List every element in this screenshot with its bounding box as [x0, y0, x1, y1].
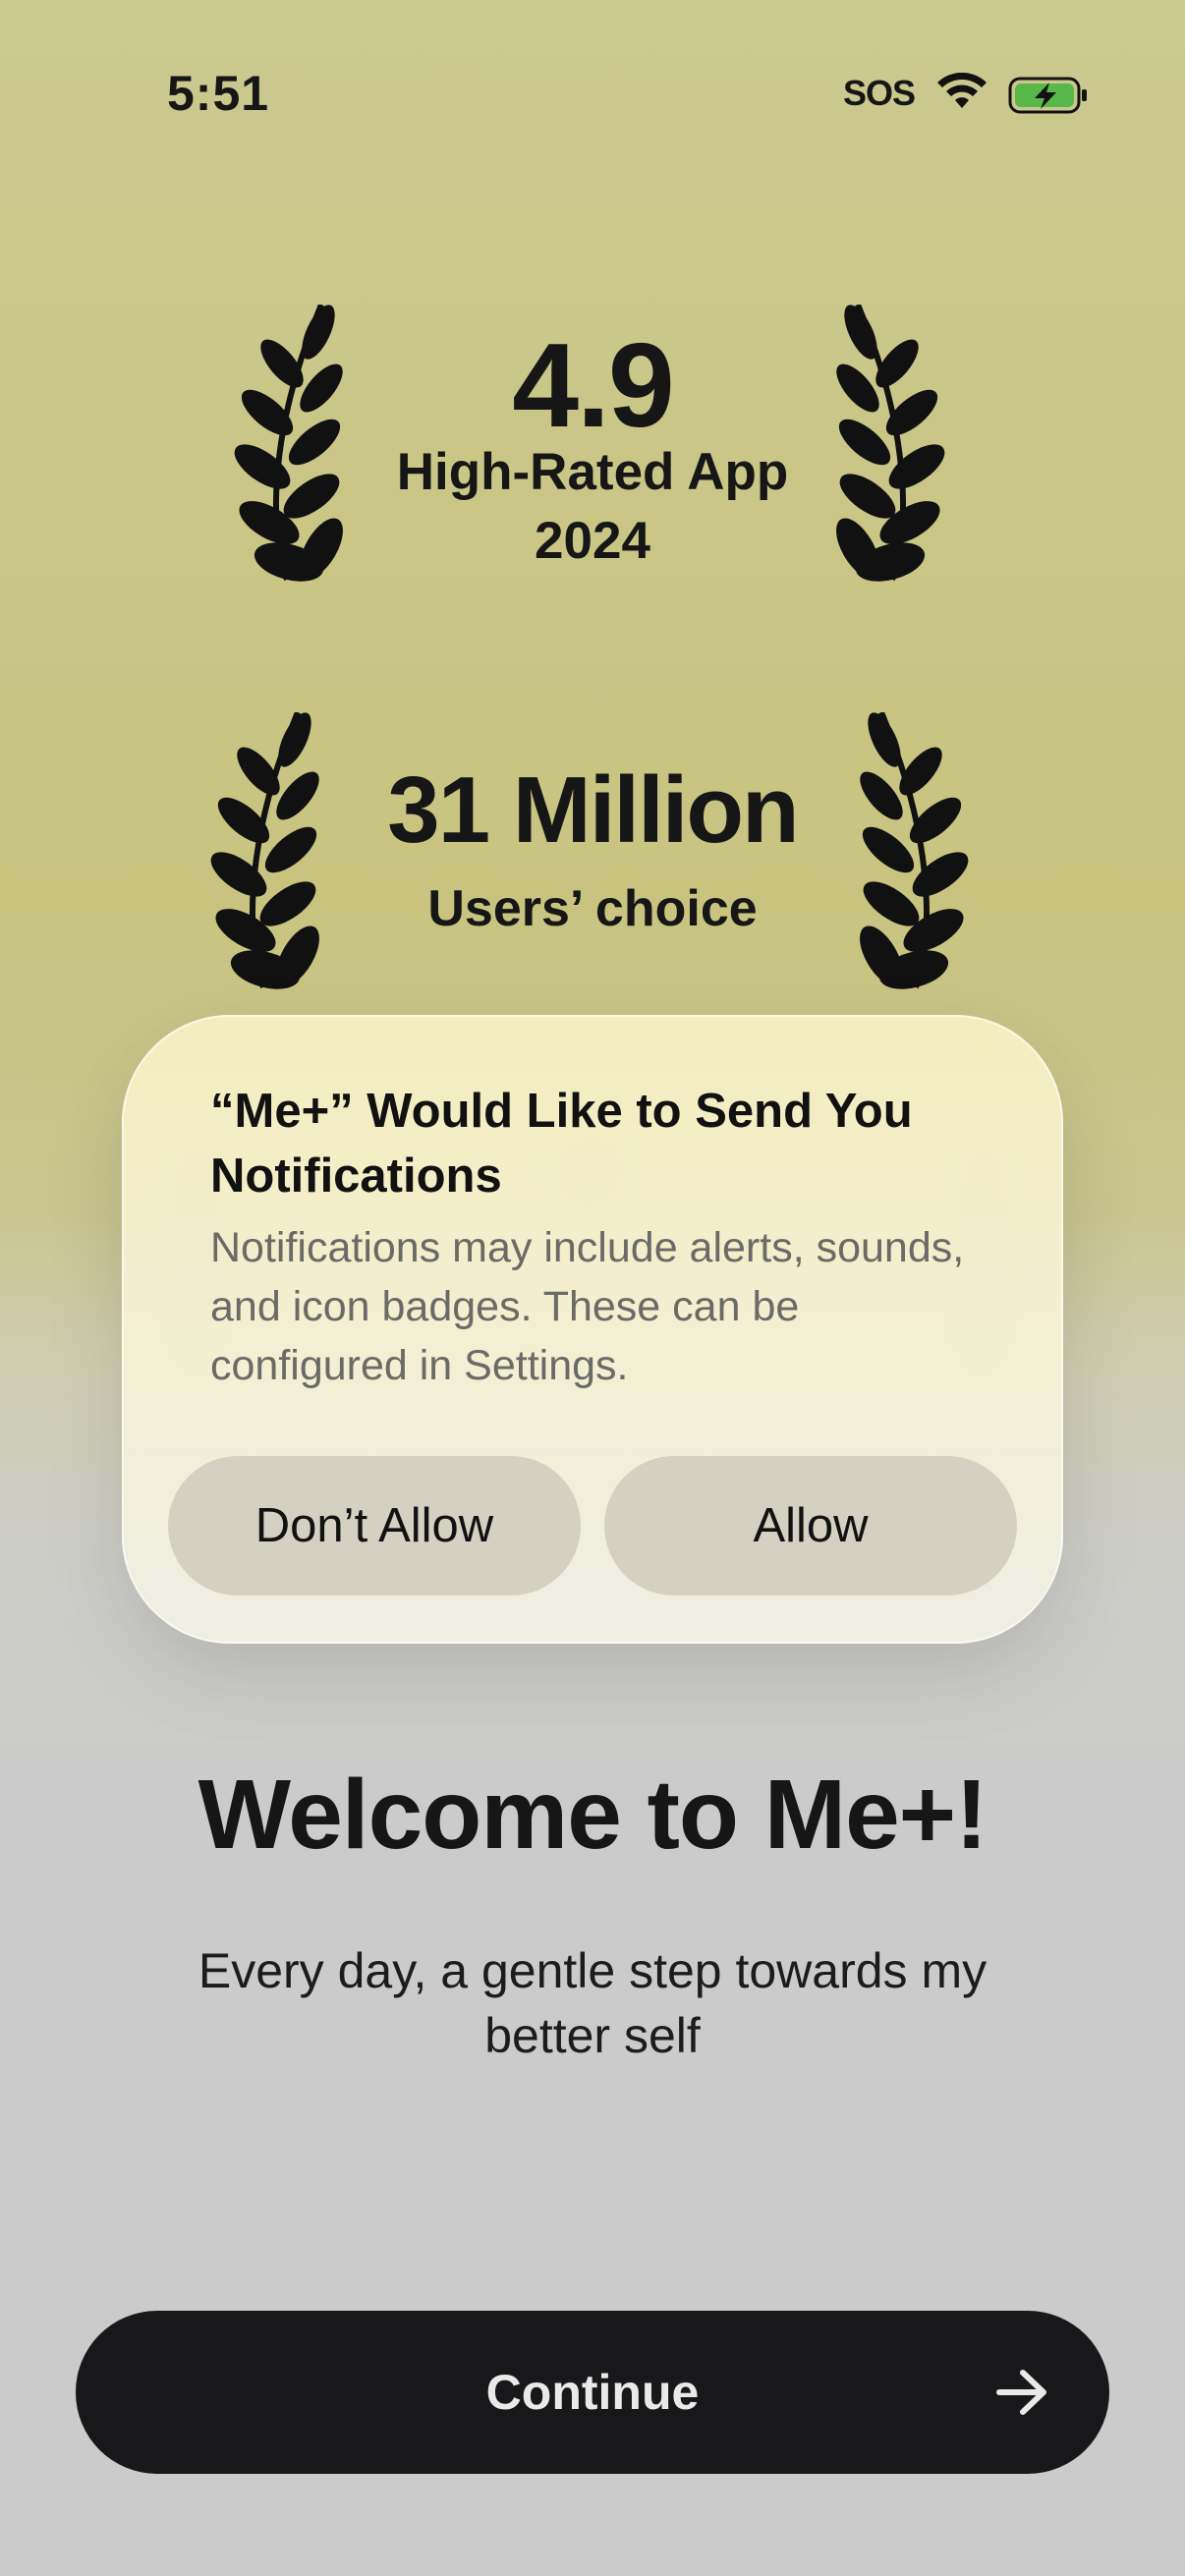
battery-charging-icon	[1008, 77, 1087, 114]
arrow-right-icon	[996, 2370, 1046, 2415]
continue-button[interactable]: Continue	[76, 2311, 1109, 2474]
continue-label: Continue	[485, 2365, 700, 2420]
award-rating: 4.9 High-Rated App 2024	[0, 295, 1185, 589]
allow-button[interactable]: Allow	[604, 1456, 1017, 1596]
award-label: High-Rated App	[396, 443, 789, 501]
dialog-message: Notifications may include alerts, sounds…	[210, 1224, 965, 1389]
sos-indicator: SOS	[843, 73, 916, 113]
users-label: Users’ choice	[427, 880, 758, 937]
rating-value: 4.9	[512, 318, 675, 452]
wifi-icon	[937, 73, 987, 108]
clock: 5:51	[167, 66, 270, 121]
welcome-subtitle: Every day, a gentle step towards my bett…	[198, 1943, 988, 2063]
status-bar: 5:51 SOS	[0, 0, 1185, 128]
dialog-title: “Me+” Would Like to Send You Notificatio…	[210, 1085, 913, 1203]
welcome-title: Welcome to Me+!	[198, 1760, 988, 1870]
laurel-right-icon	[860, 712, 969, 989]
dont-allow-button[interactable]: Don’t Allow	[168, 1456, 581, 1596]
notification-permission-dialog: “Me+” Would Like to Send You Notificatio…	[122, 1015, 1063, 1644]
award-users: 31 Million Users’ choice	[0, 702, 1185, 997]
users-count: 31 Million	[387, 757, 799, 863]
award-year: 2024	[535, 512, 650, 570]
laurel-right-icon	[836, 305, 945, 582]
